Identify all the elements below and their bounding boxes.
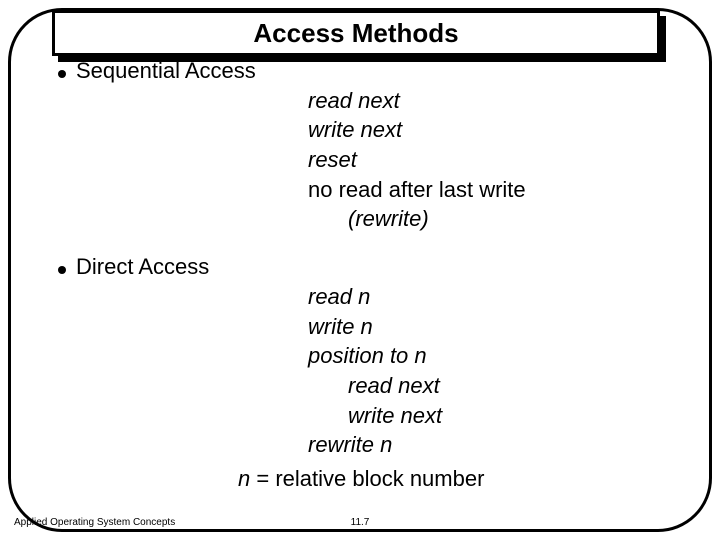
op-read-next: read next xyxy=(308,86,678,116)
slide: Access Methods Sequential Access read ne… xyxy=(0,0,720,540)
note-eq: = relative block number xyxy=(250,466,484,491)
sequential-ops: read next write next reset no read after… xyxy=(308,86,678,234)
op-read-n: read n xyxy=(308,282,678,312)
bullet-label-direct: Direct Access xyxy=(76,252,209,282)
op-write-n: write n xyxy=(308,312,678,342)
op-write-next2: write next xyxy=(308,401,678,431)
op-no-read: no read after last write xyxy=(308,175,678,205)
title-box: Access Methods xyxy=(52,10,660,56)
op-rewrite-n: rewrite n xyxy=(308,430,678,460)
slide-content: Sequential Access read next write next r… xyxy=(58,56,678,494)
page-number: 11.7 xyxy=(0,517,720,528)
bullet-sequential: Sequential Access xyxy=(58,56,678,86)
note-line: n = relative block number xyxy=(238,464,678,494)
op-read-next2: read next xyxy=(308,371,678,401)
op-reset: reset xyxy=(308,145,678,175)
op-position-to-n: position to n xyxy=(308,341,678,371)
bullet-direct: Direct Access xyxy=(58,252,678,282)
op-write-next: write next xyxy=(308,115,678,145)
bullet-icon xyxy=(58,266,66,274)
bullet-label-sequential: Sequential Access xyxy=(76,56,256,86)
direct-ops: read n write n position to n read next w… xyxy=(308,282,678,460)
note-n: n xyxy=(238,466,250,491)
bullet-icon xyxy=(58,70,66,78)
slide-title: Access Methods xyxy=(253,18,458,49)
op-rewrite: (rewrite) xyxy=(308,204,678,234)
